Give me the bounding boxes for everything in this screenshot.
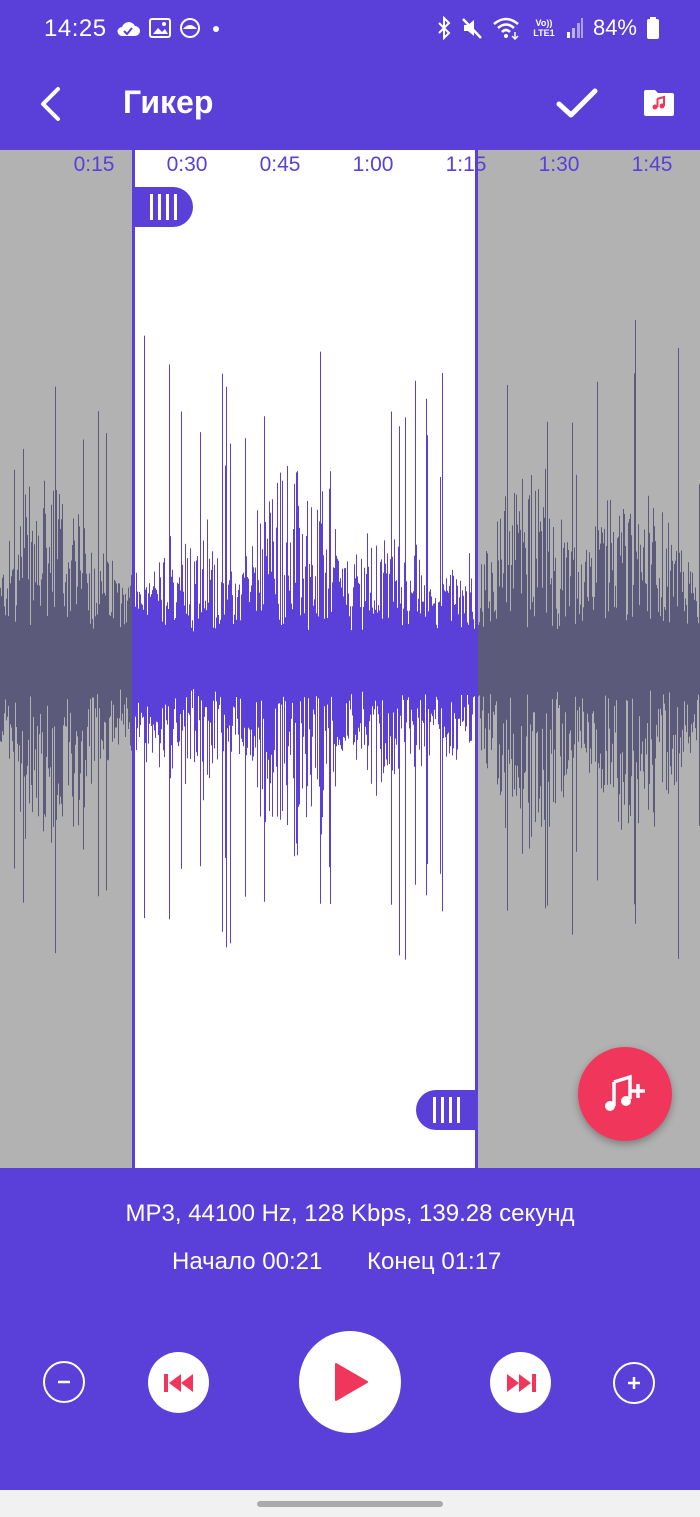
status-time: 14:25 bbox=[44, 15, 107, 42]
play-button[interactable] bbox=[299, 1331, 401, 1433]
zoom-in-button[interactable] bbox=[613, 1362, 655, 1404]
bluetooth-icon bbox=[438, 16, 451, 40]
back-arrow-icon bbox=[41, 87, 60, 121]
end-time-button[interactable]: Конец 01:17 bbox=[367, 1248, 501, 1276]
selection-start-line bbox=[132, 150, 135, 1168]
network-label: Vo)) LTE1 bbox=[533, 18, 555, 38]
timeline-tick: 1:00 bbox=[352, 153, 394, 176]
status-icons-right: Vo)) LTE1 84% bbox=[436, 13, 660, 43]
waveform-selected bbox=[133, 335, 477, 960]
waveform bbox=[0, 319, 700, 960]
timeline-tick: 0:45 bbox=[259, 153, 301, 176]
mute-icon bbox=[462, 18, 482, 39]
skip-back-button[interactable] bbox=[148, 1352, 209, 1413]
timeline-tick: 1:45 bbox=[631, 153, 673, 176]
timeline-tick: 0:30 bbox=[166, 153, 208, 176]
page-title: Гикер bbox=[123, 84, 214, 120]
timeline-tick: 0:15 bbox=[73, 153, 115, 176]
back-button[interactable] bbox=[26, 80, 74, 128]
status-icons-left bbox=[115, 14, 223, 42]
system-nav-bar bbox=[0, 1490, 700, 1517]
home-indicator[interactable] bbox=[257, 1501, 443, 1507]
timeline-tick: 1:30 bbox=[538, 153, 580, 176]
check-icon bbox=[556, 88, 598, 118]
skip-back-icon bbox=[163, 1373, 193, 1392]
plus-icon bbox=[628, 1377, 640, 1389]
skip-forward-button[interactable] bbox=[490, 1352, 551, 1413]
selection-end-line bbox=[475, 150, 478, 1168]
battery-icon bbox=[647, 17, 659, 39]
timeline: 0:15 0:30 0:45 1:00 1:15 1:30 1:45 bbox=[0, 150, 700, 180]
skip-forward-icon bbox=[506, 1373, 536, 1392]
add-music-icon bbox=[605, 1074, 645, 1111]
minus-icon bbox=[58, 1380, 70, 1384]
start-handle[interactable] bbox=[133, 187, 193, 227]
signal-icon bbox=[566, 18, 583, 38]
dot-icon bbox=[213, 26, 219, 32]
zoom-out-button[interactable] bbox=[43, 1361, 85, 1403]
play-icon bbox=[335, 1363, 368, 1401]
add-music-button[interactable] bbox=[578, 1047, 672, 1141]
music-folder-button[interactable] bbox=[636, 80, 682, 126]
status-bar: 14:25 Vo)) LTE1 84% bbox=[0, 0, 700, 58]
app-icon bbox=[180, 18, 200, 38]
grip-icon bbox=[433, 1097, 460, 1123]
timeline-tick: 1:15 bbox=[445, 153, 487, 176]
info-panel: MP3, 44100 Hz, 128 Kbps, 139.28 секунд Н… bbox=[0, 1168, 700, 1490]
start-time-button[interactable]: Начало 00:21 bbox=[172, 1248, 322, 1276]
waveform-editor[interactable]: 0:15 0:30 0:45 1:00 1:15 1:30 1:45 bbox=[0, 150, 700, 1168]
file-info: MP3, 44100 Hz, 128 Kbps, 139.28 секунд bbox=[125, 1200, 575, 1227]
battery-percent: 84% bbox=[592, 15, 637, 40]
end-handle[interactable] bbox=[416, 1090, 477, 1130]
wifi-icon bbox=[493, 17, 519, 40]
cloud-icon bbox=[117, 22, 140, 36]
image-icon bbox=[149, 18, 171, 38]
app-bar: Гикер bbox=[0, 58, 700, 150]
save-button[interactable] bbox=[552, 78, 602, 128]
music-folder-icon bbox=[644, 90, 674, 116]
grip-icon bbox=[149, 194, 177, 220]
